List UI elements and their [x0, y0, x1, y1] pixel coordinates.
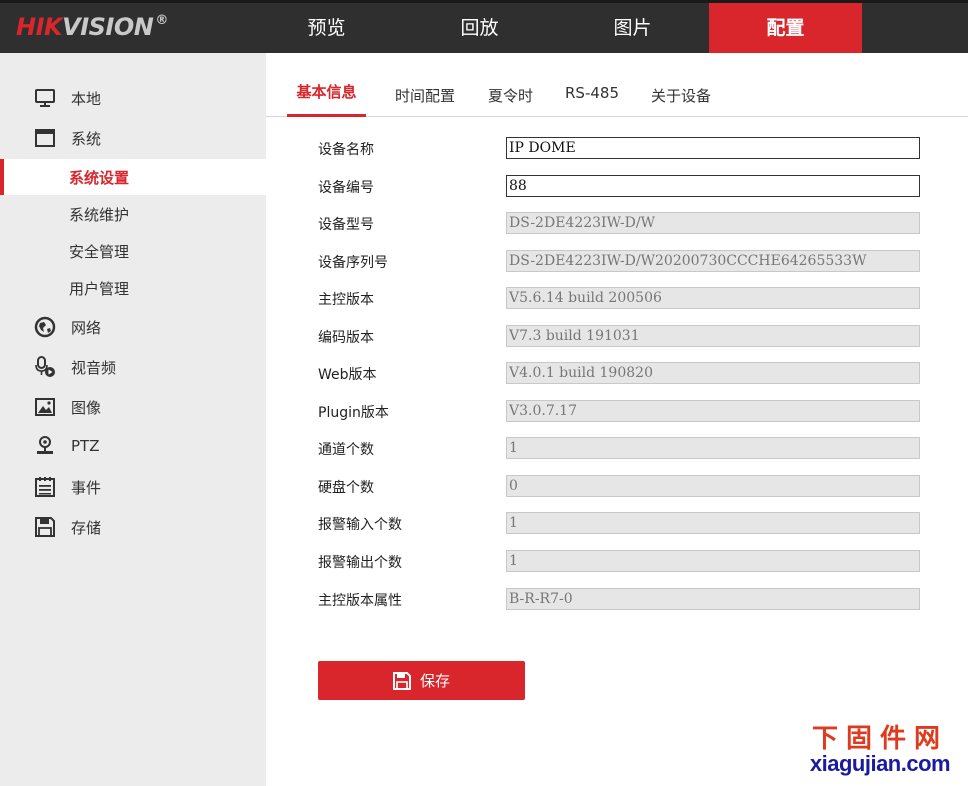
hikvision-logo: HIKVISION ®: [16, 13, 168, 41]
sidebar-item-event[interactable]: 事件: [0, 469, 266, 505]
sidebar-item-video-audio[interactable]: 视音频: [0, 349, 266, 385]
form-row-web-version: Web版本: [318, 362, 922, 386]
form-row-hdd-count: 硬盘个数: [318, 475, 922, 499]
field-label: 报警输入个数: [318, 517, 402, 533]
sidebar-item-label: 存储: [71, 518, 102, 537]
tab-dst[interactable]: 夏令时: [483, 77, 538, 117]
tab-time-settings[interactable]: 时间配置: [390, 77, 460, 117]
hdd-count-field: [506, 475, 920, 497]
form-row-firmware-attribute: 主控版本属性: [318, 588, 922, 612]
sidebar-subitem-user-management[interactable]: 用户管理: [0, 270, 266, 306]
watermark-url-text: xiagujian.com: [809, 751, 951, 776]
form-row-encoding-version: 编码版本: [318, 325, 922, 349]
sidebar-item-label: PTZ: [71, 437, 100, 455]
web-version-field: [506, 362, 920, 384]
field-label: 设备编号: [318, 180, 374, 196]
watermark-cn-text: 下固件网: [811, 724, 948, 754]
sidebar-item-label: 系统设置: [69, 168, 130, 187]
sidebar-subitem-system-settings[interactable]: 系统设置: [0, 159, 266, 195]
watermark: 下固件网 xiagujian.com: [805, 718, 955, 777]
save-button-label: 保存: [419, 672, 450, 690]
nav-playback[interactable]: 回放: [403, 3, 556, 53]
form-row-firmware-version: 主控版本: [318, 287, 922, 311]
field-label: 设备名称: [318, 142, 374, 158]
form-row-device-model: 设备型号: [318, 212, 922, 236]
sidebar: 本地 系统 系统设置 系统维护 安全管理 用户管理 网络 视音频 图像 PTZ …: [0, 53, 266, 786]
field-label: Web版本: [318, 367, 377, 383]
floppy-disk-icon: [34, 516, 56, 538]
sidebar-item-label: 系统维护: [69, 205, 130, 224]
device-number-input[interactable]: [506, 175, 920, 197]
tab-about-device[interactable]: 关于设备: [646, 77, 716, 117]
field-label: 主控版本属性: [318, 593, 402, 609]
globe-icon: [34, 316, 56, 338]
form-row-serial-number: 设备序列号: [318, 250, 922, 274]
form-row-device-name: 设备名称: [318, 137, 922, 161]
top-bar: HIKVISION ® 预览 回放 图片 配置: [0, 0, 968, 53]
form-row-channel-count: 通道个数: [318, 437, 922, 461]
logo-text-red: HIK: [16, 13, 63, 41]
sidebar-item-label: 视音频: [71, 358, 117, 377]
form-row-plugin-version: Plugin版本: [318, 400, 922, 424]
sidebar-item-label: 图像: [71, 398, 102, 417]
config-tabs: 基本信息 时间配置 夏令时 RS-485 关于设备: [266, 53, 968, 117]
sidebar-item-label: 系统: [71, 129, 102, 148]
logo-registered-mark: ®: [155, 13, 168, 28]
nav-configuration[interactable]: 配置: [709, 3, 862, 53]
microphone-icon: [34, 356, 56, 378]
sidebar-subitem-security[interactable]: 安全管理: [0, 233, 266, 269]
window-icon: [34, 127, 56, 149]
serial-number-field: [506, 250, 920, 272]
sidebar-item-network[interactable]: 网络: [0, 309, 266, 345]
sidebar-subitem-system-maintenance[interactable]: 系统维护: [0, 196, 266, 232]
field-label: 硬盘个数: [318, 480, 374, 496]
alarm-output-count-field: [506, 550, 920, 572]
save-button[interactable]: 保存: [318, 661, 525, 700]
main-nav: 预览 回放 图片 配置: [250, 3, 862, 53]
field-label: 报警输出个数: [318, 555, 402, 571]
sidebar-item-system[interactable]: 系统: [0, 120, 266, 156]
sidebar-item-local[interactable]: 本地: [0, 80, 266, 116]
alarm-input-count-field: [506, 512, 920, 534]
field-label: 设备型号: [318, 217, 374, 233]
form-row-alarm-output-count: 报警输出个数: [318, 550, 922, 574]
nav-picture[interactable]: 图片: [556, 3, 709, 53]
sidebar-item-image[interactable]: 图像: [0, 389, 266, 425]
form-row-alarm-input-count: 报警输入个数: [318, 512, 922, 536]
logo-text-gray: VISION: [62, 13, 154, 41]
ptz-camera-icon: [34, 435, 56, 457]
device-model-field: [506, 212, 920, 234]
encoding-version-field: [506, 325, 920, 347]
field-label: Plugin版本: [318, 405, 389, 421]
sidebar-item-label: 本地: [71, 89, 102, 108]
tab-basic-info[interactable]: 基本信息: [287, 77, 366, 117]
image-icon: [34, 396, 56, 418]
sidebar-item-ptz[interactable]: PTZ: [0, 428, 266, 464]
form-row-device-number: 设备编号: [318, 175, 922, 199]
device-name-input[interactable]: [506, 137, 920, 159]
field-label: 主控版本: [318, 292, 374, 308]
field-label: 通道个数: [318, 442, 374, 458]
tab-rs485[interactable]: RS-485: [561, 77, 623, 117]
monitor-icon: [34, 87, 56, 109]
firmware-attribute-field: [506, 588, 920, 610]
sidebar-item-storage[interactable]: 存储: [0, 509, 266, 545]
calendar-icon: [34, 476, 56, 498]
plugin-version-field: [506, 400, 920, 422]
sidebar-item-label: 安全管理: [69, 242, 130, 261]
sidebar-item-label: 用户管理: [69, 279, 130, 298]
sidebar-item-label: 事件: [71, 478, 102, 497]
channel-count-field: [506, 437, 920, 459]
nav-preview[interactable]: 预览: [250, 3, 403, 53]
field-label: 设备序列号: [318, 255, 388, 271]
firmware-version-field: [506, 287, 920, 309]
sidebar-item-label: 网络: [71, 318, 102, 337]
field-label: 编码版本: [318, 330, 374, 346]
floppy-disk-icon: [392, 671, 411, 690]
